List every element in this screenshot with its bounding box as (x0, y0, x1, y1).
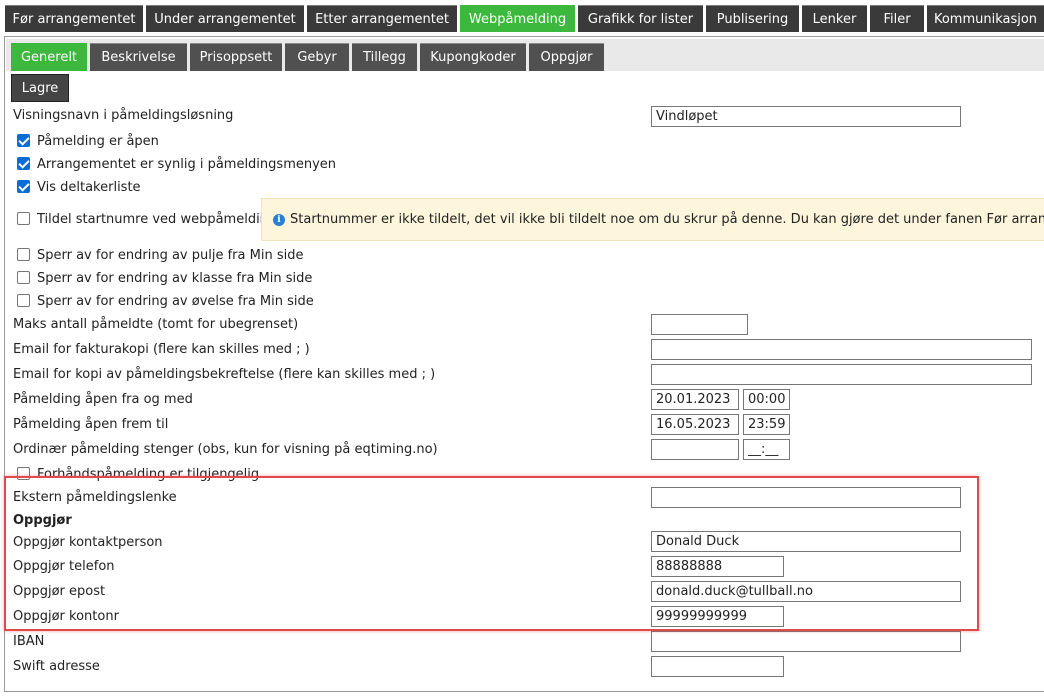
settlement-email-input[interactable] (651, 581, 961, 602)
settlement-phone-label: Oppgjør telefon (13, 559, 115, 574)
open-from-label: Påmelding åpen fra og med (13, 392, 193, 407)
open-until-label: Påmelding åpen frem til (13, 417, 169, 432)
invoice-email-label: Email for fakturakopi (flere kan skilles… (13, 342, 310, 357)
tab-graphics-lists[interactable]: Grafikk for lister (578, 5, 703, 32)
settlement-phone-input[interactable] (651, 556, 784, 577)
show-participants-label: Vis deltakerliste (37, 180, 141, 195)
tab-files[interactable]: Filer (870, 5, 924, 32)
lock-exercise-label: Sperr av for endring av øvelse fra Min s… (37, 294, 314, 309)
subtab-pricing[interactable]: Prisoppsett (190, 43, 282, 71)
subtab-coupon-codes[interactable]: Kupongkoder (420, 43, 526, 71)
assign-bib-checkbox[interactable] (17, 212, 30, 225)
lock-class-label: Sperr av for endring av klasse fra Min s… (37, 271, 313, 286)
assign-bib-label: Tildel startnumre ved webpåmelding (37, 212, 277, 227)
max-participants-label: Maks antall påmeldte (tomt for ubegrense… (13, 317, 299, 332)
tab-after-event[interactable]: Etter arrangementet (307, 5, 457, 32)
preregistration-checkbox[interactable] (17, 467, 30, 480)
ordinary-closes-date-input[interactable] (651, 439, 739, 460)
external-link-input[interactable] (651, 487, 961, 508)
visible-in-menu-checkbox[interactable] (17, 157, 30, 170)
iban-input[interactable] (651, 631, 961, 652)
tab-before-event[interactable]: Før arrangementet (5, 5, 143, 32)
lock-pool-checkbox[interactable] (17, 248, 30, 261)
settlement-account-label: Oppgjør kontonr (13, 609, 119, 624)
iban-label: IBAN (13, 634, 45, 649)
settlement-account-input[interactable] (651, 606, 784, 627)
open-from-time-input[interactable] (743, 389, 790, 410)
confirm-email-input[interactable] (651, 364, 1032, 385)
confirm-email-label: Email for kopi av påmeldingsbekreftelse … (13, 367, 436, 382)
subtab-description[interactable]: Beskrivelse (90, 43, 187, 71)
open-until-date-input[interactable] (651, 414, 739, 435)
external-link-label: Ekstern påmeldingslenke (13, 490, 177, 505)
settlement-contact-label: Oppgjør kontaktperson (13, 535, 163, 550)
info-message-text: Startnummer er ikke tildelt, det vil ikk… (290, 212, 1044, 227)
lock-class-checkbox[interactable] (17, 271, 30, 284)
subtab-settlement[interactable]: Oppgjør (529, 43, 604, 71)
settlement-contact-input[interactable] (651, 531, 961, 552)
subtab-fee[interactable]: Gebyr (285, 43, 349, 71)
swift-input[interactable] (651, 656, 784, 677)
swift-label: Swift adresse (13, 659, 100, 674)
display-name-input[interactable] (651, 106, 961, 127)
ordinary-closes-label: Ordinær påmelding stenger (obs, kun for … (13, 442, 438, 457)
open-from-date-input[interactable] (651, 389, 739, 410)
preregistration-label: Forhåndspåmelding er tilgjengelig (37, 467, 260, 482)
invoice-email-input[interactable] (651, 339, 1032, 360)
save-button[interactable]: Lagre (11, 74, 69, 102)
tab-during-event[interactable]: Under arrangementet (146, 5, 304, 32)
ordinary-closes-time-input[interactable] (743, 439, 790, 460)
settlement-heading: Oppgjør (13, 513, 72, 528)
max-participants-input[interactable] (651, 314, 748, 335)
tab-links[interactable]: Lenker (802, 5, 867, 32)
tab-communication[interactable]: Kommunikasjon (927, 5, 1044, 32)
registration-open-checkbox[interactable] (17, 134, 30, 147)
info-icon: i (273, 214, 285, 226)
open-until-time-input[interactable] (743, 414, 790, 435)
show-participants-checkbox[interactable] (17, 180, 30, 193)
tab-publishing[interactable]: Publisering (706, 5, 799, 32)
visible-in-menu-label: Arrangementet er synlig i påmeldingsmeny… (37, 157, 337, 172)
settlement-email-label: Oppgjør epost (13, 584, 106, 599)
subtab-general[interactable]: Generelt (11, 43, 87, 71)
tab-web-registration[interactable]: Webpåmelding (460, 5, 575, 32)
subtab-addons[interactable]: Tillegg (352, 43, 417, 71)
registration-open-label: Påmelding er åpen (37, 134, 159, 149)
lock-exercise-checkbox[interactable] (17, 294, 30, 307)
lock-pool-label: Sperr av for endring av pulje fra Min si… (37, 248, 304, 263)
display-name-label: Visningsnavn i påmeldingsløsning (13, 108, 234, 123)
